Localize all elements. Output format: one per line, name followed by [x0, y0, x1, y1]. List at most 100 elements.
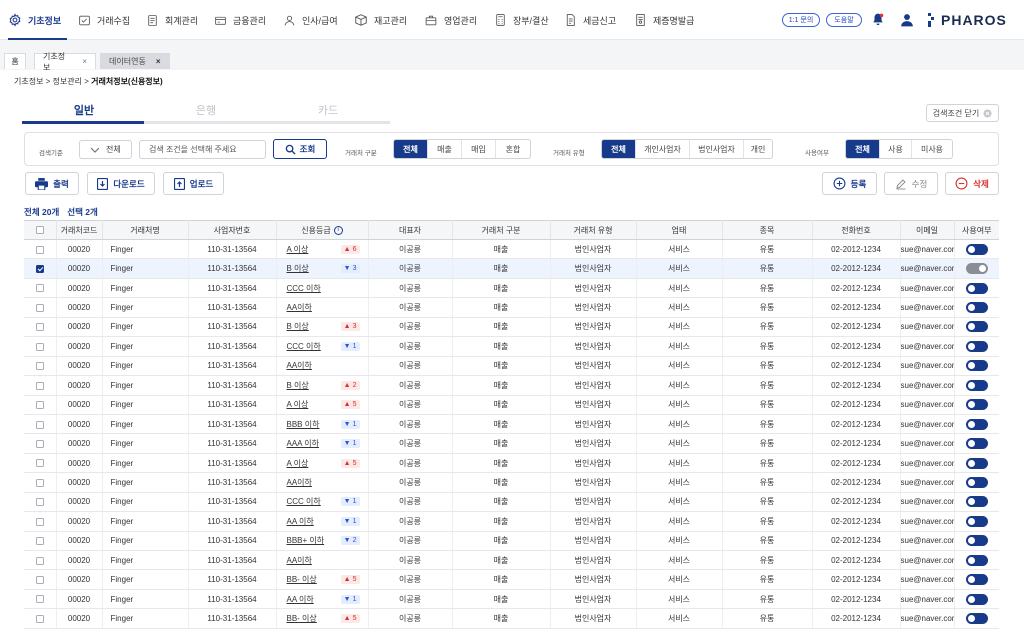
row-checkbox[interactable]	[35, 381, 44, 390]
credit-grade-link[interactable]: AA이하	[287, 302, 312, 313]
help-button[interactable]: 도움말	[826, 13, 862, 27]
row-select-cell[interactable]	[24, 472, 57, 493]
row-checkbox[interactable]	[35, 323, 44, 332]
credit-grade-link[interactable]: AA 이하	[287, 516, 314, 527]
page-tab-home[interactable]: 홈	[4, 53, 26, 69]
partner-kind-all[interactable]: 전체	[602, 140, 636, 158]
table-row[interactable]: 00020 Finger 110-31-13564 AA이하 이공릉 매출 법인사업자 서비스…	[24, 550, 999, 571]
row-checkbox[interactable]	[35, 537, 44, 546]
credit-grade-link[interactable]: AA이하	[287, 360, 312, 371]
usage-toggle[interactable]	[965, 302, 988, 314]
table-row[interactable]: 00020 Finger 110-31-13564 B 이상 ▲ 3 이공릉 매출 법인사업자 서…	[24, 317, 999, 338]
usage-toggle[interactable]	[965, 438, 988, 450]
row-checkbox[interactable]	[35, 342, 44, 351]
bell-icon[interactable]	[871, 12, 885, 27]
search-input[interactable]: 검색 조건을 선택해 주세요	[139, 140, 266, 159]
table-row[interactable]: 00020 Finger 110-31-13564 AA 이하 ▼ 1 이공릉 매출 법인사업자…	[24, 589, 999, 610]
nav-item-transaction-collect[interactable]: 거래수집	[78, 0, 130, 40]
table-row[interactable]: 00020 Finger 110-31-13564 CCC 이하 ▼ 1 이공릉 매출 법인사업…	[24, 492, 999, 513]
row-select-cell[interactable]	[24, 336, 57, 357]
credit-grade-link[interactable]: B 이상	[287, 380, 309, 391]
usage-toggle[interactable]	[965, 457, 988, 469]
row-checkbox[interactable]	[35, 459, 44, 468]
row-checkbox[interactable]	[35, 401, 44, 410]
row-checkbox[interactable]	[35, 420, 44, 429]
row-select-cell[interactable]	[24, 511, 57, 532]
credit-grade-link[interactable]: B 이상	[287, 321, 309, 332]
upload-button[interactable]: 업로드	[163, 172, 224, 195]
nav-item-books-closing[interactable]: 장부/결산	[494, 0, 549, 40]
row-select-cell[interactable]	[24, 492, 57, 513]
row-select-cell[interactable]	[24, 608, 57, 629]
credit-grade-link[interactable]: A 이상	[287, 399, 309, 410]
nav-item-hr-payroll[interactable]: 인사/급여	[283, 0, 338, 40]
credit-grade-link[interactable]: CCC 이하	[287, 496, 321, 507]
usage-toggle[interactable]	[965, 535, 988, 547]
usage-toggle[interactable]	[965, 340, 988, 352]
credit-grade-link[interactable]: BBB+ 이하	[287, 535, 325, 546]
usage-toggle[interactable]	[965, 613, 988, 625]
print-button[interactable]: 출력	[25, 172, 79, 195]
credit-grade-link[interactable]: AA이하	[287, 477, 312, 488]
table-row[interactable]: 00020 Finger 110-31-13564 BBB 이하 ▼ 1 이공릉 매출 법인사업…	[24, 414, 999, 435]
credit-grade-link[interactable]: B 이상	[287, 263, 309, 274]
table-row[interactable]: 00020 Finger 110-31-13564 B 이상 ▼ 3 이공릉 매출 법인사업자 서…	[24, 258, 999, 279]
row-checkbox[interactable]	[35, 556, 44, 565]
usage-toggle[interactable]	[965, 399, 988, 411]
credit-grade-link[interactable]: BB- 이상	[287, 574, 317, 585]
usage-toggle[interactable]	[965, 360, 988, 372]
usage-toggle[interactable]	[965, 574, 988, 586]
page-tab-basic-info[interactable]: 기초정보 ×	[34, 52, 96, 72]
table-row[interactable]: 00020 Finger 110-31-13564 A 이상 ▲ 5 이공릉 매출 법인사업자 서…	[24, 453, 999, 474]
usage-toggle[interactable]	[965, 379, 988, 391]
usage-toggle[interactable]	[965, 593, 988, 605]
credit-grade-link[interactable]: CCC 이하	[287, 283, 321, 294]
row-checkbox[interactable]	[35, 517, 44, 526]
row-select-cell[interactable]	[24, 453, 57, 474]
credit-grade-link[interactable]: A 이상	[287, 244, 309, 255]
table-row[interactable]: 00020 Finger 110-31-13564 A 이상 ▲ 6 이공릉 매출 법인사업자 서…	[24, 239, 999, 260]
row-checkbox[interactable]	[35, 303, 44, 312]
partner-type-sales[interactable]: 매출	[428, 140, 462, 158]
row-select-cell[interactable]	[24, 589, 57, 610]
row-checkbox[interactable]	[35, 265, 44, 274]
row-select-cell[interactable]	[24, 531, 57, 552]
row-select-cell[interactable]	[24, 550, 57, 571]
row-select-cell[interactable]	[24, 317, 57, 338]
nav-item-certificates[interactable]: 제증명발급	[634, 0, 694, 40]
table-row[interactable]: 00020 Finger 110-31-13564 A 이상 ▲ 5 이공릉 매출 법인사업자 서…	[24, 395, 999, 415]
row-select-cell[interactable]	[24, 278, 57, 299]
edit-button[interactable]: 수정	[884, 172, 938, 195]
user-icon[interactable]	[900, 13, 914, 27]
usage-toggle[interactable]	[965, 554, 988, 566]
row-select-cell[interactable]	[24, 375, 57, 396]
row-checkbox[interactable]	[35, 439, 44, 448]
row-checkbox[interactable]	[35, 576, 44, 585]
nav-item-inventory[interactable]: 재고관리	[354, 0, 407, 40]
partner-type-purchase[interactable]: 매입	[462, 140, 496, 158]
close-icon[interactable]: ×	[82, 57, 87, 66]
usage-toggle[interactable]	[965, 243, 988, 255]
table-row[interactable]: 00020 Finger 110-31-13564 BB- 이상 ▲ 5 이공릉 매출 법인사업…	[24, 608, 999, 629]
usage-all[interactable]: 전체	[846, 140, 880, 158]
row-select-cell[interactable]	[24, 414, 57, 435]
nav-item-accounting[interactable]: 회계관리	[146, 0, 198, 40]
usage-toggle[interactable]	[965, 263, 988, 275]
table-row[interactable]: 00020 Finger 110-31-13564 BBB+ 이하 ▼ 2 이공릉 매출 법인사…	[24, 531, 999, 552]
table-row[interactable]: 00020 Finger 110-31-13564 CCC 이하 이공릉 매출 법인사업자 서…	[24, 278, 999, 299]
nav-item-sales[interactable]: 영업관리	[424, 0, 477, 40]
table-row[interactable]: 00020 Finger 110-31-13564 CCC 이하 ▼ 1 이공릉 매출 법인사업…	[24, 336, 999, 357]
usage-toggle[interactable]	[965, 321, 988, 333]
table-row[interactable]: 00020 Finger 110-31-13564 AA이하 이공릉 매출 법인사업자 서비스…	[24, 472, 999, 493]
table-row[interactable]: 00020 Finger 110-31-13564 AA이하 이공릉 매출 법인사업자 서비스…	[24, 297, 999, 318]
row-checkbox[interactable]	[35, 595, 44, 604]
usage-active[interactable]: 사용	[880, 140, 912, 158]
select-all-checkbox[interactable]	[35, 226, 44, 235]
close-icon[interactable]: ×	[156, 57, 161, 66]
row-checkbox[interactable]	[35, 284, 44, 293]
row-checkbox[interactable]	[35, 245, 44, 254]
usage-toggle[interactable]	[965, 515, 988, 527]
partner-type-all[interactable]: 전체	[394, 140, 428, 158]
row-select-cell[interactable]	[24, 258, 57, 279]
table-row[interactable]: 00020 Finger 110-31-13564 BB- 이상 ▲ 5 이공릉 매출 법인사업…	[24, 569, 999, 590]
